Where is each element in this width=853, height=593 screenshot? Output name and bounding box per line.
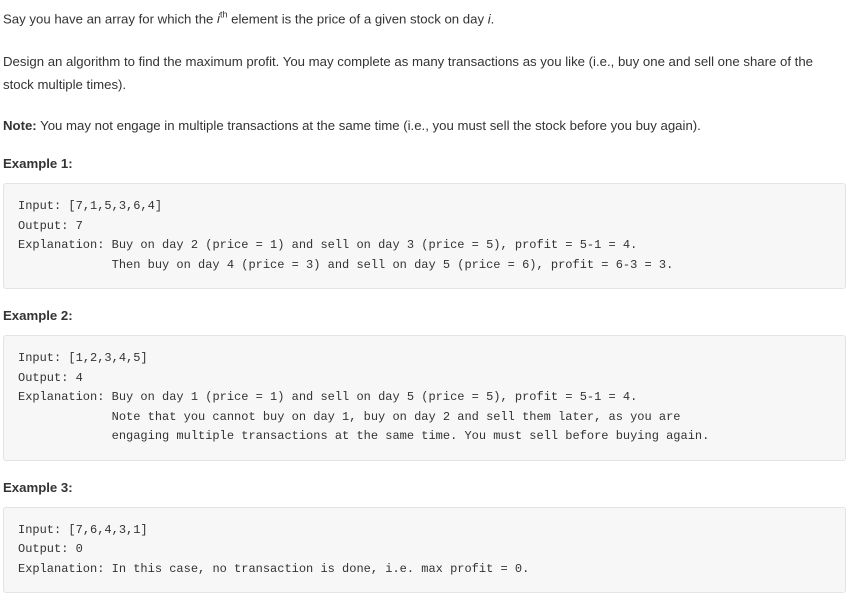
example-1-output-line: Output: 7 bbox=[18, 217, 831, 237]
note-paragraph: Note: You may not engage in multiple tra… bbox=[3, 114, 845, 137]
explanation-text: In this case, no transaction is done, i.… bbox=[104, 561, 530, 576]
explanation-label: Explanation: bbox=[18, 561, 105, 576]
output-label: Output: bbox=[18, 370, 69, 385]
note-label: Note: bbox=[3, 118, 37, 134]
explanation-text: Buy on day 2 (price = 1) and sell on day… bbox=[104, 238, 638, 253]
example-3-output-line: Output: 0 bbox=[18, 540, 831, 560]
input-label: Input: bbox=[18, 199, 62, 214]
example-1-code-block: Input: [7,1,5,3,6,4] Output: 7 Explanation… bbox=[3, 183, 846, 290]
output-value: 7 bbox=[68, 218, 83, 233]
input-value: [7,6,4,3,1] bbox=[61, 522, 148, 537]
example-2-explanation-line-3: engaging multiple transactions at the sa… bbox=[18, 429, 710, 444]
note-text: You may not engage in multiple transacti… bbox=[36, 118, 701, 134]
output-value: 0 bbox=[68, 542, 83, 557]
example-2-explanation-line-2: Note that you cannot buy on day 1, buy o… bbox=[18, 409, 681, 424]
intro-text-after: element is the price of a given stock on… bbox=[227, 11, 488, 27]
ith-variable: ith bbox=[217, 10, 228, 26]
example-2-heading: Example 2: bbox=[3, 308, 73, 324]
intro-text-before: Say you have an array for which the bbox=[3, 11, 218, 27]
example-2-input-line: Input: [1,2,3,4,5] bbox=[18, 349, 831, 369]
example-2-code-block: Input: [1,2,3,4,5] Output: 4 Explanation: … bbox=[3, 335, 846, 461]
example-3-code-block: Input: [7,6,4,3,1] Output: 0 Explanation: … bbox=[3, 506, 846, 593]
input-label: Input: bbox=[18, 522, 62, 537]
output-label: Output: bbox=[18, 218, 69, 233]
example-3-explanation-line-1: Explanation: In this case, no transactio… bbox=[18, 560, 831, 580]
example-3-input-line: Input: [7,6,4,3,1] bbox=[18, 521, 831, 541]
intro-paragraph-2: Design an algorithm to find the maximum … bbox=[3, 54, 813, 93]
example-1-input-line: Input: [7,1,5,3,6,4] bbox=[18, 197, 831, 217]
ordinal-suffix: th bbox=[219, 10, 228, 20]
explanation-label: Explanation: bbox=[18, 390, 105, 405]
example-3-heading: Example 3: bbox=[3, 479, 73, 495]
explanation-text: Buy on day 1 (price = 1) and sell on day… bbox=[104, 390, 638, 405]
input-value: [1,2,3,4,5] bbox=[61, 351, 148, 366]
intro-text-end: . bbox=[490, 11, 495, 27]
example-1-explanation-line-2: Then buy on day 4 (price = 3) and sell o… bbox=[18, 257, 674, 272]
example-2-explanation-line-1: Explanation: Buy on day 1 (price = 1) an… bbox=[18, 388, 831, 408]
example-1-heading: Example 1: bbox=[3, 156, 73, 172]
problem-description-page: Say you have an array for which the ith … bbox=[0, 0, 853, 593]
example-1-explanation-line-1: Explanation: Buy on day 2 (price = 1) an… bbox=[18, 236, 831, 256]
explanation-label: Explanation: bbox=[18, 238, 105, 253]
output-value: 4 bbox=[68, 370, 83, 385]
input-value: [7,1,5,3,6,4] bbox=[61, 199, 163, 214]
example-2-output-line: Output: 4 bbox=[18, 369, 831, 389]
input-label: Input: bbox=[18, 351, 62, 366]
intro-paragraph-1: Say you have an array for which the ith … bbox=[3, 4, 845, 30]
output-label: Output: bbox=[18, 542, 69, 557]
